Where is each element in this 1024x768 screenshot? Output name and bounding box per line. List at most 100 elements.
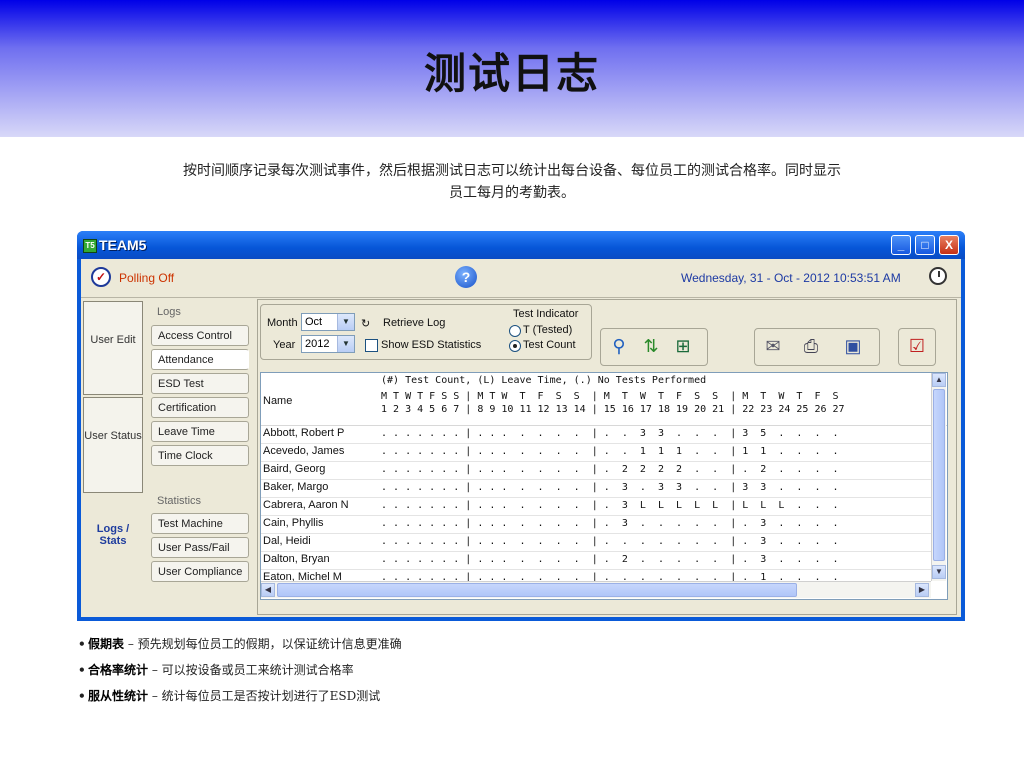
minimize-button[interactable]: _: [891, 235, 911, 255]
table-row[interactable]: Dal, Heidi . . . . . . . | . . . . . . . …: [261, 533, 931, 552]
bullet-text: 预先规划每位员工的假期，以保证统计信息更准确: [137, 637, 402, 651]
chevron-down-icon[interactable]: ▼: [337, 314, 354, 330]
subnav-esd-test[interactable]: ESD Test: [151, 373, 249, 394]
show-esd-label: Show ESD Statistics: [381, 339, 482, 351]
horizontal-scrollbar[interactable]: ◀ ▶: [261, 581, 931, 598]
subnav-test-machine[interactable]: Test Machine: [151, 513, 249, 534]
year-value: 2012: [305, 338, 330, 350]
add-entry-icon[interactable]: ⊞: [671, 334, 695, 358]
subnav-time-clock[interactable]: Time Clock: [151, 445, 249, 466]
table-row[interactable]: Abbott, Robert P . . . . . . . | . . . . …: [261, 425, 931, 444]
search-icon[interactable]: ⚲: [607, 334, 631, 358]
employee-name: Baker, Margo: [263, 481, 329, 493]
name-column-header[interactable]: Name: [263, 395, 292, 407]
app-window: T5 TEAM5 _ □ X ✓ Polling Off ? Wednesday…: [77, 231, 965, 621]
year-select[interactable]: 2012 ▼: [301, 335, 355, 353]
bullet-text: 可以按设备或员工来统计测试合格率: [161, 663, 354, 677]
date-header-row: 1 2 3 4 5 6 7 | 8 9 10 11 12 13 14 | 15 …: [381, 404, 845, 415]
bullet-term: 合格率统计: [88, 663, 149, 677]
test-count-radio[interactable]: [509, 340, 521, 352]
month-select[interactable]: Oct ▼: [301, 313, 355, 331]
bullet-text: 统计每位员工是否按计划进行了ESD测试: [161, 689, 381, 703]
window-client-area: ✓ Polling Off ? Wednesday, 31 - Oct - 20…: [81, 259, 961, 617]
window-title: TEAM5: [99, 237, 147, 253]
clock-icon[interactable]: [929, 267, 947, 285]
table-row[interactable]: Baker, Margo . . . . . . . | . . . . . . …: [261, 479, 931, 498]
attendance-values: . . . . . . . | . . . . . . . | . . . . …: [381, 536, 839, 547]
intro-text: 按时间顺序记录每次测试事件，然后根据测试日志可以统计出每台设备、每位员工的测试合…: [100, 160, 924, 204]
month-value: Oct: [305, 316, 323, 328]
title-bar[interactable]: T5 TEAM5 _ □ X: [77, 231, 965, 259]
sync-icon[interactable]: ⇅: [639, 334, 663, 358]
scroll-left-icon[interactable]: ◀: [261, 583, 275, 597]
nav-tab-label: Logs / Stats: [96, 523, 130, 547]
report-check-icon[interactable]: ☑: [905, 334, 929, 358]
bullet-term: 假期表: [88, 637, 125, 651]
refresh-icon[interactable]: ↻: [361, 317, 370, 330]
table-row[interactable]: Cabrera, Aaron N . . . . . . . | . . . . …: [261, 497, 931, 516]
main-nav: User Edit User Status Logs / Stats: [81, 299, 145, 617]
retrieve-log-button[interactable]: Retrieve Log: [383, 317, 445, 329]
close-button[interactable]: X: [939, 235, 959, 255]
report-tools: ☑: [898, 328, 936, 366]
employee-name: Cabrera, Aaron N: [263, 499, 349, 511]
employee-name: Dalton, Bryan: [263, 553, 330, 565]
table-row[interactable]: Acevedo, James . . . . . . . | . . . . . …: [261, 443, 931, 462]
bullet-sep: –: [148, 689, 162, 703]
employee-name: Baird, Georg: [263, 463, 326, 475]
intro-line-1: 按时间顺序记录每次测试事件，然后根据测试日志可以统计出每台设备、每位员工的测试合…: [183, 163, 841, 179]
nav-tab-user-edit[interactable]: User Edit: [83, 301, 143, 395]
email-icon[interactable]: ✉: [761, 334, 785, 358]
scroll-down-icon[interactable]: ▼: [932, 565, 946, 579]
bullet-sep: –: [124, 637, 138, 651]
maximize-button[interactable]: □: [915, 235, 935, 255]
employee-name: Dal, Heidi: [263, 535, 311, 547]
nav-tab-label: User Edit: [90, 334, 136, 346]
subnav-user-pass-fail[interactable]: User Pass/Fail: [151, 537, 249, 558]
save-icon[interactable]: ▣: [841, 334, 865, 358]
test-indicator-title: Test Indicator: [513, 308, 579, 320]
help-icon[interactable]: ?: [455, 266, 477, 288]
table-row[interactable]: Baird, Georg . . . . . . . | . . . . . . …: [261, 461, 931, 480]
scroll-right-icon[interactable]: ▶: [915, 583, 929, 597]
logs-section-label: Logs: [157, 306, 181, 318]
subnav-leave-time[interactable]: Leave Time: [151, 421, 249, 442]
subnav-user-compliance[interactable]: User Compliance: [151, 561, 249, 582]
employee-name: Acevedo, James: [263, 445, 345, 457]
subnav-attendance[interactable]: Attendance: [151, 349, 249, 370]
show-esd-checkbox[interactable]: [365, 339, 378, 352]
nav-tab-logs-stats[interactable]: Logs / Stats: [83, 523, 143, 583]
grid-header: (#) Test Count, (L) Leave Time, (.) No T…: [261, 373, 947, 426]
subnav-access-control[interactable]: Access Control: [151, 325, 249, 346]
attendance-values: . . . . . . . | . . . . . . . | . . 1 1 …: [381, 446, 839, 457]
subnav-certification[interactable]: Certification: [151, 397, 249, 418]
table-row[interactable]: Cain, Phyllis . . . . . . . | . . . . . .…: [261, 515, 931, 534]
polling-status[interactable]: Polling Off: [119, 271, 174, 285]
status-bar: ✓ Polling Off ? Wednesday, 31 - Oct - 20…: [81, 259, 961, 298]
scroll-up-icon[interactable]: ▲: [932, 373, 946, 387]
bullet-sep: –: [148, 663, 162, 677]
nav-tab-label: User Status: [84, 430, 142, 442]
chevron-down-icon[interactable]: ▼: [337, 336, 354, 352]
bullet-item: • 服从性统计 – 统计每位员工是否按计划进行了ESD测试: [78, 689, 381, 703]
employee-name: Abbott, Robert P: [263, 427, 345, 439]
polling-icon[interactable]: ✓: [91, 267, 111, 287]
month-label: Month: [267, 317, 298, 329]
statistics-section-label: Statistics: [157, 495, 202, 507]
tested-radio[interactable]: [509, 325, 521, 337]
attendance-values: . . . . . . . | . . . . . . . | . 3 L L …: [381, 500, 839, 511]
attendance-values: . . . . . . . | . . . . . . . | . 2 2 2 …: [381, 464, 839, 475]
vertical-scrollbar[interactable]: ▲ ▼: [931, 373, 946, 581]
table-row[interactable]: Dalton, Bryan . . . . . . . | . . . . . .…: [261, 551, 931, 570]
bullet-item: • 合格率统计 – 可以按设备或员工来统计测试合格率: [78, 663, 354, 677]
nav-tab-user-status[interactable]: User Status: [83, 397, 143, 493]
attendance-grid: (#) Test Count, (L) Leave Time, (.) No T…: [260, 372, 948, 600]
horizontal-scroll-thumb[interactable]: [277, 583, 797, 597]
attendance-panel: Month Oct ▼ ↻ Retrieve Log Year 2012 ▼ S…: [257, 299, 957, 615]
feature-bullets: • 假期表 – 预先规划每位员工的假期，以保证统计信息更准确 • 合格率统计 – 可…: [78, 631, 958, 709]
view-tools: ⚲ ⇅ ⊞: [600, 328, 708, 366]
vertical-scroll-thumb[interactable]: [933, 389, 945, 561]
employee-name: Cain, Phyllis: [263, 517, 324, 529]
attendance-values: . . . . . . . | . . . . . . . | . 3 . . …: [381, 518, 839, 529]
print-icon[interactable]: ⎙: [799, 334, 823, 358]
